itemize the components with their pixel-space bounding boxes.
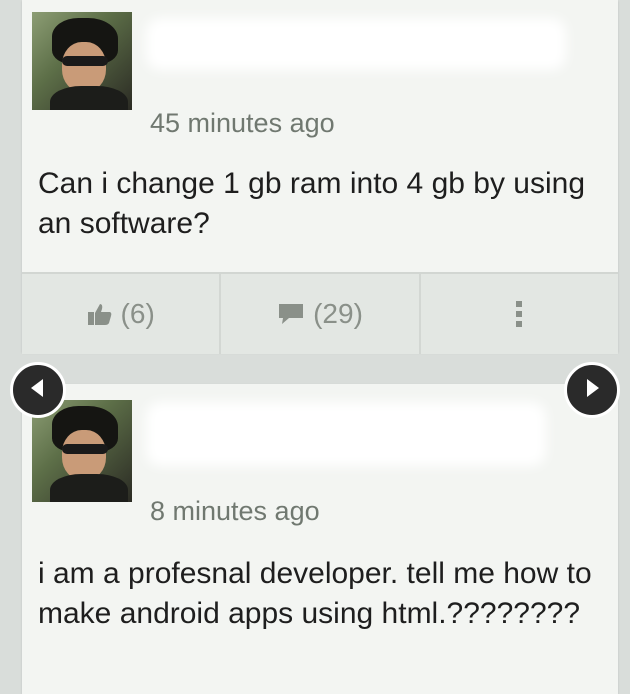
thumbs-up-icon <box>87 302 113 326</box>
redacted-username <box>146 402 546 466</box>
screenshot-frame: 45 minutes ago Can i change 1 gb ram int… <box>0 0 630 694</box>
like-count: (6) <box>120 298 155 329</box>
comment-button[interactable]: (29) <box>221 274 421 354</box>
more-vertical-icon <box>515 300 523 328</box>
redacted-username <box>146 18 566 70</box>
post-text: Can i change 1 gb ram into 4 gb by using… <box>38 167 586 240</box>
post-timestamp: 45 minutes ago <box>150 108 335 138</box>
next-button[interactable] <box>564 362 620 418</box>
previous-button[interactable] <box>10 362 66 418</box>
more-options-button[interactable] <box>421 274 618 354</box>
post-actions-bar: (6) (29) <box>22 272 618 354</box>
post-card-1: 45 minutes ago Can i change 1 gb ram int… <box>22 0 618 354</box>
post-text: i am a profesnal developer. tell me how … <box>38 557 592 630</box>
post-timestamp: 8 minutes ago <box>150 496 320 526</box>
chevron-left-icon <box>27 377 49 404</box>
comment-count: (29) <box>313 298 363 329</box>
like-button[interactable]: (6) <box>22 274 222 354</box>
post-card-2: 8 minutes ago i am a profesnal developer… <box>22 384 618 694</box>
avatar[interactable] <box>32 12 132 110</box>
comment-icon <box>277 302 305 326</box>
chevron-right-icon <box>581 377 603 404</box>
